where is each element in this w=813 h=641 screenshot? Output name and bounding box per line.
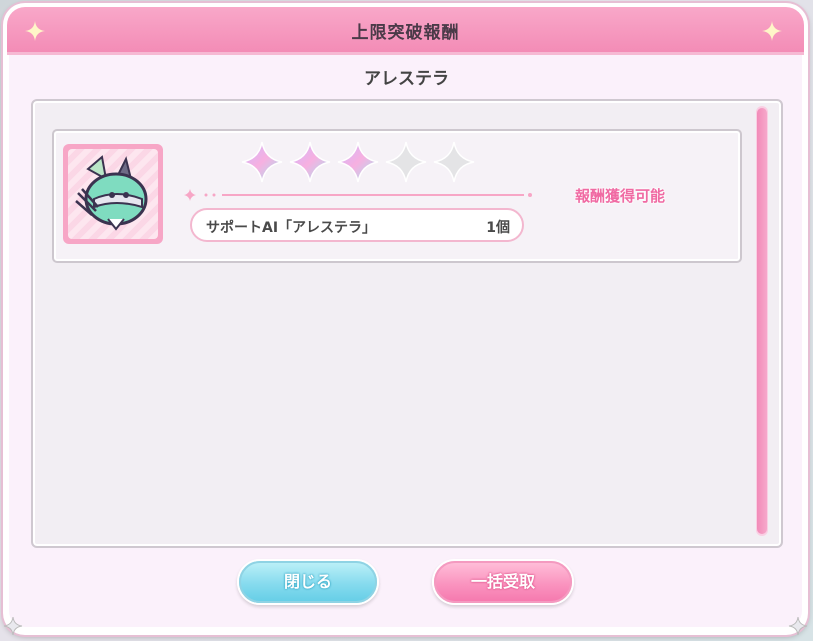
close-button[interactable]: 閉じる	[237, 559, 379, 605]
star-filled-icon	[241, 141, 283, 183]
character-name-heading: アレステラ	[364, 69, 449, 89]
reward-item-quantity: 1個	[486, 220, 510, 236]
title-bar: 上限突破報酬	[7, 7, 804, 55]
reward-item-name: サポートAI「アレステラ」	[206, 220, 377, 236]
star-filled-icon	[337, 141, 379, 183]
dialog-title: 上限突破報酬	[351, 23, 460, 43]
scrollbar-thumb[interactable]	[757, 108, 767, 534]
star-filled-icon	[289, 141, 331, 183]
sparkle-icon	[762, 21, 782, 41]
decorative-divider	[184, 189, 532, 201]
star-empty-icon	[385, 141, 427, 183]
corner-ornament-icon	[3, 616, 23, 636]
reward-item-pill: サポートAI「アレステラ」 1個	[190, 208, 524, 242]
claim-all-button[interactable]: 一括受取	[432, 559, 574, 605]
support-ai-creature-icon[interactable]	[63, 144, 163, 244]
corner-ornament-icon	[788, 616, 808, 636]
reward-status-label: 報酬獲得可能	[575, 187, 666, 205]
star-empty-icon	[433, 141, 475, 183]
rank-stars	[240, 140, 480, 184]
scrollbar[interactable]	[756, 106, 768, 536]
